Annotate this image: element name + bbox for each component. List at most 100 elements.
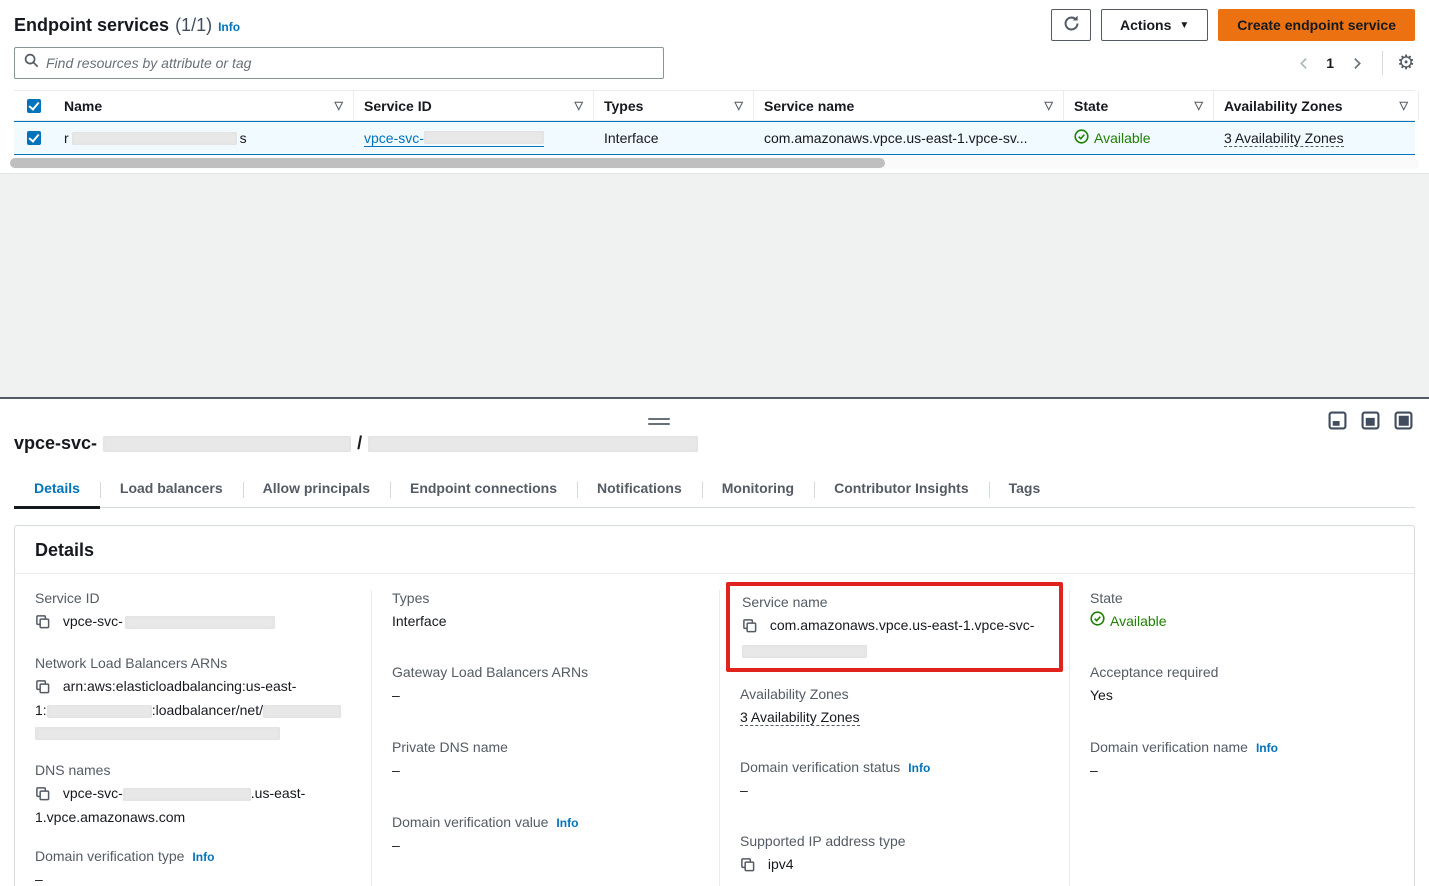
field-domain-verification-name: Domain verification name Info – [1090,739,1394,781]
table-section: Endpoint services (1/1) Info Actions ▼ C… [0,0,1429,169]
page-number[interactable]: 1 [1326,55,1334,71]
column-header-name[interactable]: Name ▽ [54,91,354,120]
copy-icon[interactable] [35,616,54,632]
field-label: Network Load Balancers ARNs [35,655,351,671]
column-header-state[interactable]: State ▽ [1064,91,1214,120]
field-domain-verification-status: Domain verification status Info – [740,759,1049,801]
field-availability-zones: Availability Zones 3 Availability Zones [740,686,1049,728]
panel-size-full-icon[interactable] [1394,411,1413,435]
next-page-icon[interactable] [1344,51,1368,75]
row-select-cell [14,122,54,154]
search-input[interactable] [46,55,654,71]
column-header-service-name[interactable]: Service name ▽ [754,91,1064,120]
endpoint-services-table: Name ▽ Service ID ▽ Types ▽ Service name… [14,90,1415,155]
field-label: State [1090,590,1394,606]
tab-monitoring[interactable]: Monitoring [702,472,814,507]
state-value-label: Available [1110,611,1167,632]
row-name-cell: r s [54,122,354,154]
previous-page-icon[interactable] [1292,51,1316,75]
filter-icon[interactable]: ▽ [1045,99,1053,112]
dvv-info-link[interactable]: Info [556,816,578,830]
field-label: Domain verification name Info [1090,739,1394,755]
field-supported-ip-type: Supported IP address type ipv4 [740,833,1049,878]
refresh-icon [1063,15,1080,35]
dvt-info-link[interactable]: Info [192,850,214,864]
settings-gear-icon[interactable]: ⚙ [1397,53,1415,73]
service-id-prefix: vpce-svc- [364,130,424,146]
panel-title: vpce-svc- / [14,399,1415,454]
header-info-link[interactable]: Info [218,20,240,34]
tab-details[interactable]: Details [14,472,100,507]
field-value: arn:aws:elasticloadbalancing:us-east- 1:… [35,676,351,742]
details-heading: Details [35,540,1394,561]
field-value: vpce-svc- [35,611,351,635]
panel-tabs: Details Load balancers Allow principals … [14,472,1415,508]
actions-button[interactable]: Actions ▼ [1101,9,1208,41]
horizontal-scrollbar[interactable] [10,157,1419,169]
state-label: Available [1094,130,1151,146]
copy-icon[interactable] [740,859,759,875]
name-redaction [72,132,237,145]
tab-endpoint-connections[interactable]: Endpoint connections [390,472,577,507]
tab-contributor-insights[interactable]: Contributor Insights [814,472,989,507]
copy-icon[interactable] [35,681,54,697]
service-name-value: com.amazonaws.vpce.us-east-1.vpce-svc- [770,617,1035,633]
service-id-link[interactable]: vpce-svc- [364,130,544,147]
availability-zones-detail-link[interactable]: 3 Availability Zones [740,709,860,726]
row-checkbox[interactable] [27,131,41,145]
nlb-arn-line1: arn:aws:elasticloadbalancing:us-east- [63,678,296,694]
column-header-service-id[interactable]: Service ID ▽ [354,91,594,120]
field-acceptance-required: Acceptance required Yes [1090,664,1394,706]
tab-load-balancers[interactable]: Load balancers [100,472,243,507]
field-value: – [392,835,699,856]
field-dns-names: DNS names vpce-svc-.us-east- 1.vpce.amaz… [35,762,351,828]
pagination-settings: 1 ⚙ [1292,51,1415,75]
panel-size-small-icon[interactable] [1328,411,1347,435]
dvn-info-link[interactable]: Info [1256,741,1278,755]
panel-title-redaction-1 [103,436,351,452]
dns-value-prefix: vpce-svc- [63,785,123,801]
tab-allow-principals[interactable]: Allow principals [243,472,390,507]
field-value: – [35,869,351,886]
filter-icon[interactable]: ▽ [335,99,343,112]
scrollbar-thumb[interactable] [10,158,885,168]
row-acceptance-cell-clipped: Y [1419,122,1429,154]
search-box[interactable] [14,47,664,79]
details-column-1: Service ID vpce-svc- Network Load Balanc… [15,590,372,886]
refresh-button[interactable] [1051,9,1091,41]
field-domain-verification-value: Domain verification value Info – [392,814,699,856]
tab-notifications[interactable]: Notifications [577,472,702,507]
panel-drag-handle-icon[interactable] [648,415,670,428]
toolbar: 1 ⚙ [14,46,1415,80]
dvs-info-link[interactable]: Info [908,761,930,775]
ip-type-value: ipv4 [768,856,794,872]
column-header-availability-zones[interactable]: Availability Zones ▽ [1214,91,1419,120]
panel-size-controls [1328,411,1413,435]
panel-size-medium-icon[interactable] [1361,411,1380,435]
tab-tags[interactable]: Tags [989,472,1061,507]
filter-icon[interactable]: ▽ [575,99,583,112]
copy-icon[interactable] [35,788,54,804]
details-grid: Service ID vpce-svc- Network Load Balanc… [15,574,1414,886]
header-actions: Actions ▼ Create endpoint service [1051,9,1415,41]
table-row[interactable]: r s vpce-svc- Interface com.amazonaws.vp… [14,121,1415,155]
toolbar-divider [1382,51,1383,75]
availability-zones-link[interactable]: 3 Availability Zones [1224,130,1344,147]
select-all-checkbox[interactable] [27,99,41,113]
column-header-types[interactable]: Types ▽ [594,91,754,120]
page-title-text: Endpoint services [14,15,169,36]
field-nlb-arns: Network Load Balancers ARNs arn:aws:elas… [35,655,351,742]
field-service-id: Service ID vpce-svc- [35,590,351,635]
details-column-2: Types Interface Gateway Load Balancers A… [372,590,720,886]
filter-icon[interactable]: ▽ [1195,99,1203,112]
field-value: ipv4 [740,854,1049,878]
state-available: Available [1074,129,1151,147]
copy-icon[interactable] [742,620,761,636]
filter-icon[interactable]: ▽ [1400,99,1408,112]
column-header-acceptance-clipped[interactable]: A [1419,91,1429,120]
field-label: Domain verification type Info [35,848,351,864]
create-endpoint-service-button[interactable]: Create endpoint service [1218,9,1415,41]
filter-icon[interactable]: ▽ [735,99,743,112]
field-service-name: Service name com.amazonaws.vpce.us-east-… [742,594,1047,660]
select-all-cell [14,91,54,120]
